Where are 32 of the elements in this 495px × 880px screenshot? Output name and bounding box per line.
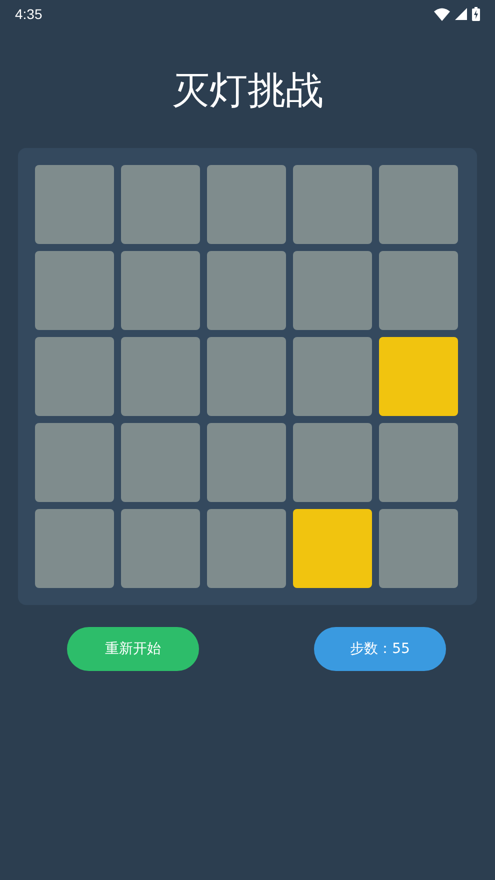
light-cell[interactable] — [207, 509, 286, 588]
light-cell[interactable] — [293, 251, 372, 330]
signal-icon — [455, 8, 467, 20]
light-cell[interactable] — [293, 423, 372, 502]
step-count-badge: 步数：55 — [314, 627, 446, 671]
light-cell[interactable] — [207, 337, 286, 416]
light-cell[interactable] — [379, 423, 458, 502]
status-time: 4:35 — [15, 6, 42, 22]
light-cell[interactable] — [207, 165, 286, 244]
light-cell[interactable] — [207, 251, 286, 330]
light-cell[interactable] — [35, 337, 114, 416]
light-cell[interactable] — [293, 509, 372, 588]
light-cell[interactable] — [293, 337, 372, 416]
light-cell[interactable] — [293, 165, 372, 244]
light-cell[interactable] — [121, 165, 200, 244]
light-cell[interactable] — [121, 251, 200, 330]
game-title: 灭灯挑战 — [170, 67, 324, 114]
light-cell[interactable] — [121, 337, 200, 416]
light-cell[interactable] — [121, 509, 200, 588]
light-cell[interactable] — [35, 251, 114, 330]
light-cell[interactable] — [121, 423, 200, 502]
light-cell[interactable] — [379, 165, 458, 244]
restart-button[interactable]: 重新开始 — [67, 627, 199, 671]
light-cell[interactable] — [207, 423, 286, 502]
wifi-icon — [434, 8, 450, 20]
light-cell[interactable] — [35, 165, 114, 244]
light-cell[interactable] — [35, 423, 114, 502]
light-cell[interactable] — [379, 337, 458, 416]
light-cell[interactable] — [35, 509, 114, 588]
light-cell[interactable] — [379, 251, 458, 330]
light-cell[interactable] — [379, 509, 458, 588]
battery-icon — [472, 7, 480, 21]
